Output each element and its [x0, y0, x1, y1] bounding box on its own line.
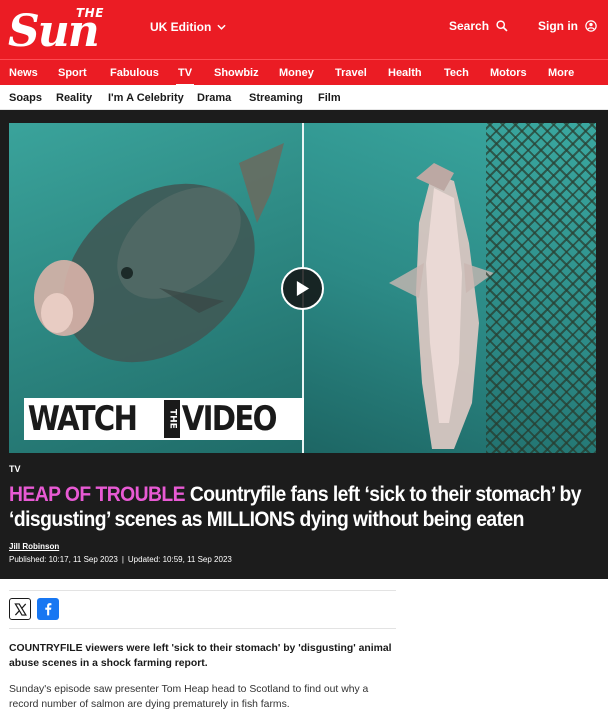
- subnav-item-drama[interactable]: Drama: [197, 92, 231, 104]
- the-sun-logo[interactable]: THE Sun: [8, 4, 138, 56]
- x-icon: [13, 602, 27, 616]
- article-dates: Published: 10:17, 11 Sep 2023 | Updated:…: [9, 555, 232, 564]
- chevron-down-icon: [217, 24, 226, 30]
- nav-item-more[interactable]: More: [548, 67, 574, 79]
- article-hero: WATCH THE VIDEO TV HEAP OF TROUBLE Count…: [0, 110, 608, 579]
- search-label: Search: [449, 19, 490, 33]
- subnav-item-im-a-celebrity[interactable]: I'm A Celebrity: [108, 92, 184, 104]
- section-label: TV: [9, 464, 21, 474]
- nav-item-health[interactable]: Health: [388, 67, 422, 79]
- video-player[interactable]: WATCH THE VIDEO: [9, 123, 596, 453]
- author-link[interactable]: Jill Robinson: [9, 542, 59, 551]
- watch-text: WATCH: [27, 399, 138, 439]
- the-text: THE: [164, 400, 180, 438]
- nav-item-fabulous[interactable]: Fabulous: [110, 67, 159, 79]
- nav-item-tv[interactable]: TV: [175, 67, 195, 87]
- sign-in-button[interactable]: Sign in: [538, 19, 597, 33]
- share-divider-top: [9, 590, 396, 591]
- subnav-item-reality[interactable]: Reality: [56, 92, 92, 104]
- secondary-nav: Soaps Reality I'm A Celebrity Drama Stre…: [0, 85, 608, 110]
- nav-item-motors[interactable]: Motors: [490, 67, 527, 79]
- video-thumbnail-right: [304, 123, 596, 453]
- search-button[interactable]: Search: [449, 19, 508, 33]
- logo-sun-text: Sun: [8, 6, 100, 57]
- nav-item-sport[interactable]: Sport: [58, 67, 87, 79]
- article-lead: COUNTRYFILE viewers were left 'sick to t…: [9, 643, 392, 669]
- edition-selector[interactable]: UK Edition: [150, 20, 226, 34]
- updated-date: Updated: 10:59, 11 Sep 2023: [127, 555, 232, 564]
- sign-in-label: Sign in: [538, 19, 578, 33]
- subnav-item-film[interactable]: Film: [318, 92, 341, 104]
- article-paragraph: Sunday's episode saw presenter Tom Heap …: [9, 684, 369, 710]
- nav-item-showbiz[interactable]: Showbiz: [214, 67, 259, 79]
- published-date: Published: 10:17, 11 Sep 2023: [9, 555, 118, 564]
- share-divider-bottom: [9, 628, 396, 629]
- date-separator: |: [121, 555, 124, 564]
- nav-item-tech[interactable]: Tech: [444, 67, 469, 79]
- share-x-button[interactable]: [9, 598, 31, 620]
- nav-item-money[interactable]: Money: [279, 67, 314, 79]
- primary-nav: News Sport Fabulous TV Showbiz Money Tra…: [0, 59, 608, 87]
- watch-the-video-overlay: WATCH THE VIDEO: [24, 398, 304, 440]
- fish-farm-net: [486, 123, 596, 453]
- nav-item-news[interactable]: News: [9, 67, 38, 79]
- edition-label: UK Edition: [150, 20, 212, 34]
- video-text: VIDEO: [181, 399, 278, 439]
- headline-kicker: HEAP OF TROUBLE: [9, 483, 186, 506]
- share-facebook-button[interactable]: [37, 598, 59, 620]
- share-bar: [9, 598, 59, 620]
- subnav-item-streaming[interactable]: Streaming: [249, 92, 303, 104]
- nav-item-travel[interactable]: Travel: [335, 67, 367, 79]
- masthead: THE Sun UK Edition Search Sign in: [0, 0, 608, 59]
- subnav-item-soaps[interactable]: Soaps: [9, 92, 42, 104]
- article-headline: HEAP OF TROUBLE Countryfile fans left ‘s…: [9, 482, 594, 532]
- search-icon: [496, 20, 508, 32]
- play-button[interactable]: [281, 267, 324, 310]
- play-icon: [295, 280, 310, 297]
- user-icon: [585, 20, 597, 32]
- facebook-icon: [44, 602, 52, 616]
